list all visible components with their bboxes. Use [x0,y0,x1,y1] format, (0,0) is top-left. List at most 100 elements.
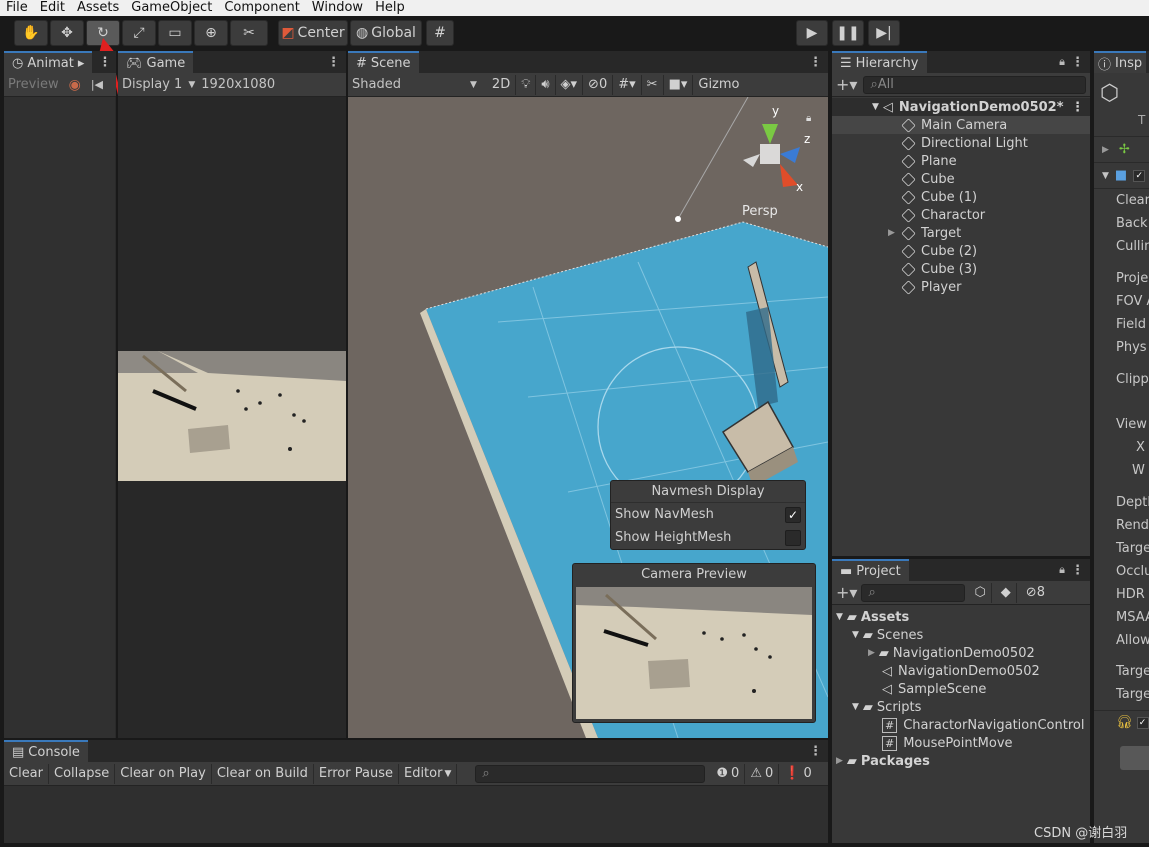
script-mouse-point-move[interactable]: # MousePointMove [832,734,1090,752]
add-icon[interactable]: +▾ [836,75,857,94]
scene-root-row[interactable]: ▼ ◁ NavigationDemo0502* ⋮ [832,98,1090,116]
show-heightmesh-checkbox[interactable] [785,529,801,546]
hierarchy-item-plane[interactable]: Plane [832,152,1090,170]
prop-field-of-view[interactable]: Field [1094,313,1149,336]
console-menu-icon[interactable]: ⋮ [803,744,828,759]
resolution-select[interactable]: 1920x1080 [201,77,275,92]
2d-toggle-button[interactable]: 2D [487,74,517,95]
transform-tool-button[interactable]: ⊕ [194,20,228,46]
prop-viewport-rect[interactable]: View [1094,413,1149,436]
console-clear-on-play-button[interactable]: Clear on Play [115,763,212,784]
move-tool-button[interactable]: ✥ [50,20,84,46]
prop-target-texture[interactable]: Targe [1094,537,1149,560]
tools-icon[interactable]: ✂ [642,74,664,95]
label-icon[interactable]: ◆ [996,582,1017,603]
tab-animation[interactable]: ◷ Animat ▸ [4,51,93,73]
script-charactor-navigation[interactable]: # CharactorNavigationControl [832,716,1090,734]
menu-gameobject[interactable]: GameObject [125,0,218,16]
hierarchy-item-main-camera[interactable]: Main Camera [832,116,1090,134]
console-collapse-button[interactable]: Collapse [49,763,116,784]
hierarchy-item-cube-3[interactable]: Cube (3) [832,260,1090,278]
prop-viewport-w[interactable]: W [1094,459,1149,482]
prop-background[interactable]: Back [1094,212,1149,235]
folder-scenes[interactable]: ▼ ▰ Scenes [832,626,1090,644]
snap-button[interactable]: # [426,20,454,46]
display-select[interactable]: Display 1 [122,77,182,92]
tab-inspector[interactable]: ⓘ Insp [1094,51,1147,73]
project-search-input[interactable]: ⌕ [861,583,966,602]
tab-game[interactable]: 🎮︎ Game [118,51,194,73]
component-enabled-checkbox[interactable]: ✓ [1133,169,1146,182]
warning-count-toggle[interactable]: ⚠ 0 [745,763,780,784]
prop-viewport-x[interactable]: X [1094,436,1149,459]
folder-packages[interactable]: ▶ ▰ Packages [832,752,1090,770]
space-global-button[interactable]: ◍ Global [350,20,422,46]
console-clear-button[interactable]: Clear [4,763,49,784]
hierarchy-item-cube-2[interactable]: Cube (2) [832,242,1090,260]
scene-file-sample[interactable]: ◁ SampleScene [832,680,1090,698]
animation-menu-icon[interactable]: ⋮ [92,55,116,70]
effects-icon[interactable]: ◈▾ [556,74,584,95]
hierarchy-item-charactor[interactable]: Charactor [832,206,1090,224]
shading-mode-select[interactable]: Shaded [352,77,470,92]
scene-menu-icon[interactable]: ⋮ [803,55,828,70]
audio-icon[interactable]: 🔊︎ [536,74,556,95]
hidden-packages-toggle[interactable]: ⊘ 8 [1021,583,1050,603]
transform-component-header[interactable]: ▶ ✢ [1094,137,1149,163]
prop-rendering-path[interactable]: Rend [1094,514,1149,537]
tab-hierarchy[interactable]: ☰ Hierarchy [832,51,927,73]
prop-target-display[interactable]: Targe [1094,660,1149,683]
tab-console[interactable]: ▤ Console [4,740,88,762]
hierarchy-item-directional-light[interactable]: Directional Light [832,134,1090,152]
prop-physical-camera[interactable]: Phys [1094,336,1149,359]
pivot-center-button[interactable]: ◩ Center [278,20,348,46]
menu-window[interactable]: Window [306,0,369,16]
component-enabled-checkbox[interactable]: ✓ [1136,716,1149,729]
hierarchy-item-cube[interactable]: Cube [832,170,1090,188]
lighting-icon[interactable]: 💡︎ [516,74,537,95]
camera-icon[interactable]: ■▾ [664,74,694,95]
folder-navigation-demo[interactable]: ▶ ▰ NavigationDemo0502 [832,644,1090,662]
prop-allow-dynamic-resolution[interactable]: Allow [1094,629,1149,652]
prop-msaa[interactable]: MSAA [1094,606,1149,629]
prop-fov-axis[interactable]: FOV A [1094,290,1149,313]
lock-icon[interactable]: 🔒︎ [806,113,811,124]
hierarchy-item-player[interactable]: Player [832,278,1090,296]
hand-tool-button[interactable]: ✋ [14,20,48,46]
gizmos-button[interactable]: Gizmo [693,75,744,95]
console-editor-dropdown[interactable]: Editor ▼ [399,763,458,784]
add-icon[interactable]: +▾ [836,583,857,602]
prop-depth[interactable]: Depth [1094,491,1149,514]
chevron-right-icon[interactable]: ▶ [888,228,902,238]
add-component-button[interactable] [1120,746,1149,770]
play-button[interactable]: ▶ [796,20,828,46]
menu-assets[interactable]: Assets [71,0,125,16]
custom-tool-button[interactable]: ✂ [230,20,268,46]
hierarchy-menu-icon[interactable]: ⋮ [1065,55,1090,70]
menu-edit[interactable]: Edit [34,0,71,16]
record-icon[interactable]: ◉ [69,77,81,93]
prop-clipping-planes[interactable]: Clipp [1094,368,1149,391]
first-key-icon[interactable]: |◀ [91,78,103,91]
rect-tool-button[interactable]: ▭ [158,20,192,46]
console-error-pause-button[interactable]: Error Pause [314,763,399,784]
menu-help[interactable]: Help [369,0,411,16]
tab-project[interactable]: ▬ Project [832,559,909,581]
folder-scripts[interactable]: ▼ ▰ Scripts [832,698,1090,716]
prop-hdr[interactable]: HDR [1094,583,1149,606]
project-menu-icon[interactable]: ⋮ [1065,563,1090,578]
hierarchy-item-cube-1[interactable]: Cube (1) [832,188,1090,206]
prop-clear-flags[interactable]: Clear [1094,189,1149,212]
grid-toggle-icon[interactable]: #▾ [613,74,642,95]
console-clear-on-build-button[interactable]: Clear on Build [212,763,314,784]
filter-type-icon[interactable]: ⬡ [969,582,992,603]
show-navmesh-checkbox[interactable]: ✓ [785,506,801,523]
menu-file[interactable]: File [0,0,34,16]
pause-button[interactable]: ❚❚ [832,20,864,46]
scene-menu-icon[interactable]: ⋮ [1071,100,1090,115]
prop-occlusion-culling[interactable]: Occlu [1094,560,1149,583]
console-search-input[interactable]: ⌕ [475,764,706,783]
folder-assets[interactable]: ▼ ▰ Assets [832,608,1090,626]
prop-target-eye[interactable]: Targe [1094,683,1149,706]
hidden-objects-toggle[interactable]: ⊘ 0 [583,74,614,95]
